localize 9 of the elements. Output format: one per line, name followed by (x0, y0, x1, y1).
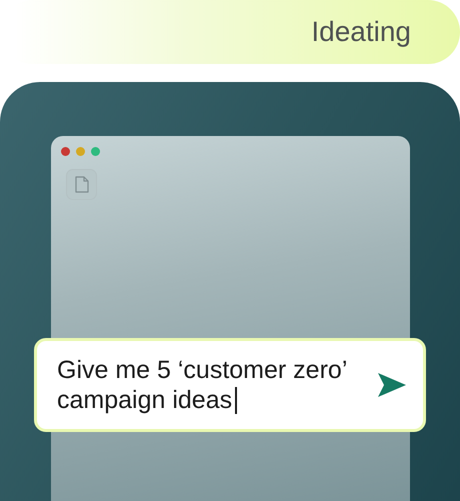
document-button[interactable] (66, 169, 97, 200)
prompt-field[interactable]: Give me 5 ‘customer zero’ campaign ideas (34, 338, 426, 432)
close-dot-icon[interactable] (61, 147, 70, 156)
prompt-text: Give me 5 ‘customer zero’ campaign ideas (57, 356, 346, 414)
document-icon (74, 176, 88, 193)
maximize-dot-icon[interactable] (91, 147, 100, 156)
minimize-dot-icon[interactable] (76, 147, 85, 156)
stage-label: Ideating (311, 16, 411, 48)
send-icon (377, 372, 407, 398)
